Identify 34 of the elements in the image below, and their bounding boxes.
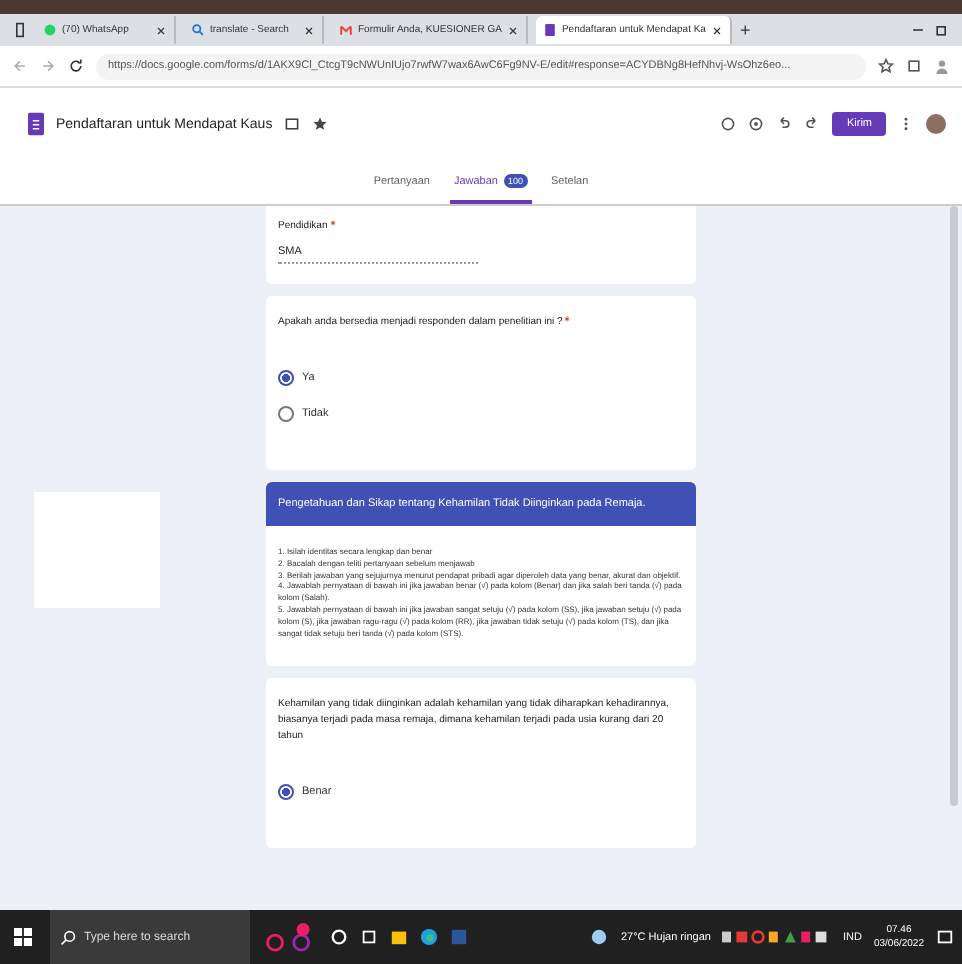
eye-icon[interactable] — [748, 116, 765, 132]
form-icon[interactable] — [28, 112, 44, 136]
redo-icon[interactable] — [804, 116, 821, 132]
new-tab-button[interactable]: + — [739, 20, 751, 40]
mail-icon — [340, 24, 352, 36]
collections-icon[interactable] — [906, 58, 922, 74]
radio-button[interactable] — [278, 370, 294, 386]
refresh-icon[interactable] — [68, 58, 84, 74]
star-icon[interactable] — [312, 116, 329, 132]
weather-icon — [590, 928, 609, 946]
radio-button[interactable] — [278, 406, 294, 422]
star-icon[interactable] — [878, 58, 894, 74]
avatar-icon[interactable] — [926, 114, 946, 134]
palette-icon[interactable] — [720, 116, 737, 132]
restore-icon[interactable] — [934, 22, 950, 38]
avatar-icon[interactable] — [934, 58, 950, 74]
task-view-icon[interactable] — [360, 928, 378, 946]
close-icon[interactable] — [711, 25, 722, 35]
radio-button[interactable] — [278, 784, 294, 801]
close-icon[interactable] — [507, 25, 518, 35]
undo-icon[interactable] — [776, 116, 793, 132]
windows-icon[interactable] — [14, 928, 32, 946]
close-icon[interactable] — [156, 25, 166, 35]
search-icon — [192, 24, 204, 36]
form-icon — [543, 24, 556, 36]
search-icon — [60, 929, 76, 945]
folder-icon[interactable] — [390, 928, 408, 946]
tray-icons-drawing[interactable] — [722, 928, 831, 946]
close-icon[interactable] — [304, 25, 314, 35]
browser-icon[interactable] — [420, 928, 438, 946]
notification-icon[interactable] — [936, 928, 954, 946]
tab-actions-icon[interactable] — [12, 22, 28, 38]
scrollbar[interactable] — [950, 206, 958, 806]
folder-icon[interactable] — [284, 116, 301, 132]
